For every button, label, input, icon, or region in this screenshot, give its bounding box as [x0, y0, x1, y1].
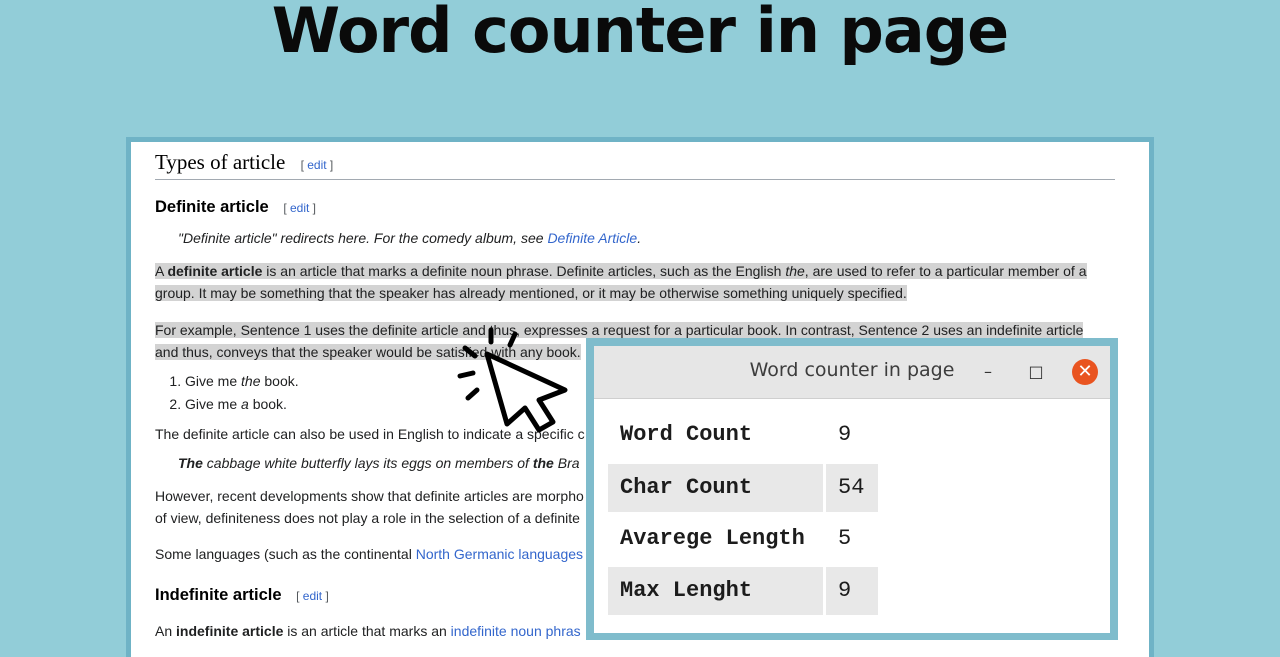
paragraph-1: A definite article is an article that ma… — [155, 260, 1105, 304]
list-item-text: book. — [260, 373, 299, 389]
list-item-text: book. — [248, 396, 287, 412]
quote-bold-1: The — [178, 455, 203, 471]
paragraph-2-line-1: For example, Sentence 1 uses the definit… — [155, 322, 1084, 338]
indefinite-heading-text: Indefinite article — [155, 586, 282, 604]
average-length-label: Avarege Length — [620, 526, 805, 551]
indef-text-c: is an article that marks an — [283, 623, 451, 639]
quote: The cabbage white butterfly lays its egg… — [178, 455, 580, 471]
list-item-text: Give me — [185, 396, 242, 412]
section-heading: Types of article [ edit ] — [155, 150, 1115, 180]
indef-text-a: An — [155, 623, 177, 639]
p1-a: A — [155, 263, 168, 279]
minimize-button[interactable]: – — [976, 360, 1000, 384]
list-item-text: Give me — [185, 373, 242, 389]
paragraph-4-line-1: However, recent developments show that d… — [155, 488, 584, 504]
max-length-label: Max Lenght — [608, 567, 823, 615]
north-germanic-link[interactable]: North Germanic languages — [416, 546, 583, 562]
word-count-value: 9 — [838, 422, 852, 447]
p1-e: , are used to refer to a particular memb… — [804, 263, 1087, 279]
mouse-cursor-icon — [457, 327, 568, 433]
paragraph-1-line-2: group. It may be something that the spea… — [155, 285, 907, 301]
indef-bold: indefinite article — [176, 623, 284, 639]
indefinite-noun-phrase-link[interactable]: indefinite noun phras — [451, 623, 581, 639]
list-item-em: a — [241, 396, 249, 412]
indefinite-edit: [ edit ] — [296, 589, 329, 603]
average-length-value: 5 — [838, 526, 852, 551]
banner-title: Word counter in page — [271, 0, 1009, 67]
section-edit: [ edit ] — [300, 158, 334, 172]
list-item: Give me a book. — [185, 393, 299, 416]
paragraph-4-line-2: of view, definiteness does not play a ro… — [155, 510, 580, 526]
hatnote-text: "Definite article" redirects here. For t… — [178, 230, 548, 246]
p1-bold: definite article — [167, 263, 263, 279]
list-item: Give me the book. — [185, 370, 299, 393]
list-item-em: the — [241, 373, 261, 389]
quote-bold-2: the — [532, 455, 554, 471]
char-count-value: 54 — [826, 464, 878, 512]
close-button[interactable]: ✕ — [1072, 359, 1098, 385]
window-titlebar[interactable]: Word counter in page – □ ✕ — [594, 346, 1110, 399]
hatnote: "Definite article" redirects here. For t… — [178, 230, 642, 246]
counter-window: Word counter in page – □ ✕ Word Count 9 … — [594, 346, 1110, 633]
definite-heading: Definite article [ edit ] — [155, 198, 316, 217]
maximize-button[interactable]: □ — [1024, 360, 1048, 384]
word-count-label: Word Count — [620, 422, 753, 447]
section-title: Types of article — [155, 150, 286, 174]
paragraph-5-text: Some languages (such as the continental — [155, 546, 416, 562]
quote-text-1: cabbage white butterfly lays its eggs on… — [202, 455, 533, 471]
indefinite-heading: Indefinite article [ edit ] — [155, 586, 329, 605]
paragraph-1-line-1: A definite article is an article that ma… — [155, 263, 1087, 279]
definite-edit: [ edit ] — [283, 201, 317, 215]
indefinite-edit-link[interactable]: edit — [303, 589, 322, 603]
section-edit-link[interactable]: edit — [307, 158, 326, 172]
quote-text-2: Bra — [553, 455, 580, 471]
p1-italic: the — [785, 263, 805, 279]
definite-heading-text: Definite article — [155, 198, 269, 216]
max-length-value: 9 — [826, 567, 878, 615]
char-count-label: Char Count — [608, 464, 823, 512]
definite-edit-link[interactable]: edit — [290, 201, 309, 215]
p1-c: is an article that marks a definite noun… — [262, 263, 786, 279]
hatnote-link[interactable]: Definite Article — [547, 230, 637, 246]
example-list: Give me the book. Give me a book. — [161, 370, 299, 416]
counter-window-frame: Word counter in page – □ ✕ Word Count 9 … — [586, 338, 1118, 640]
